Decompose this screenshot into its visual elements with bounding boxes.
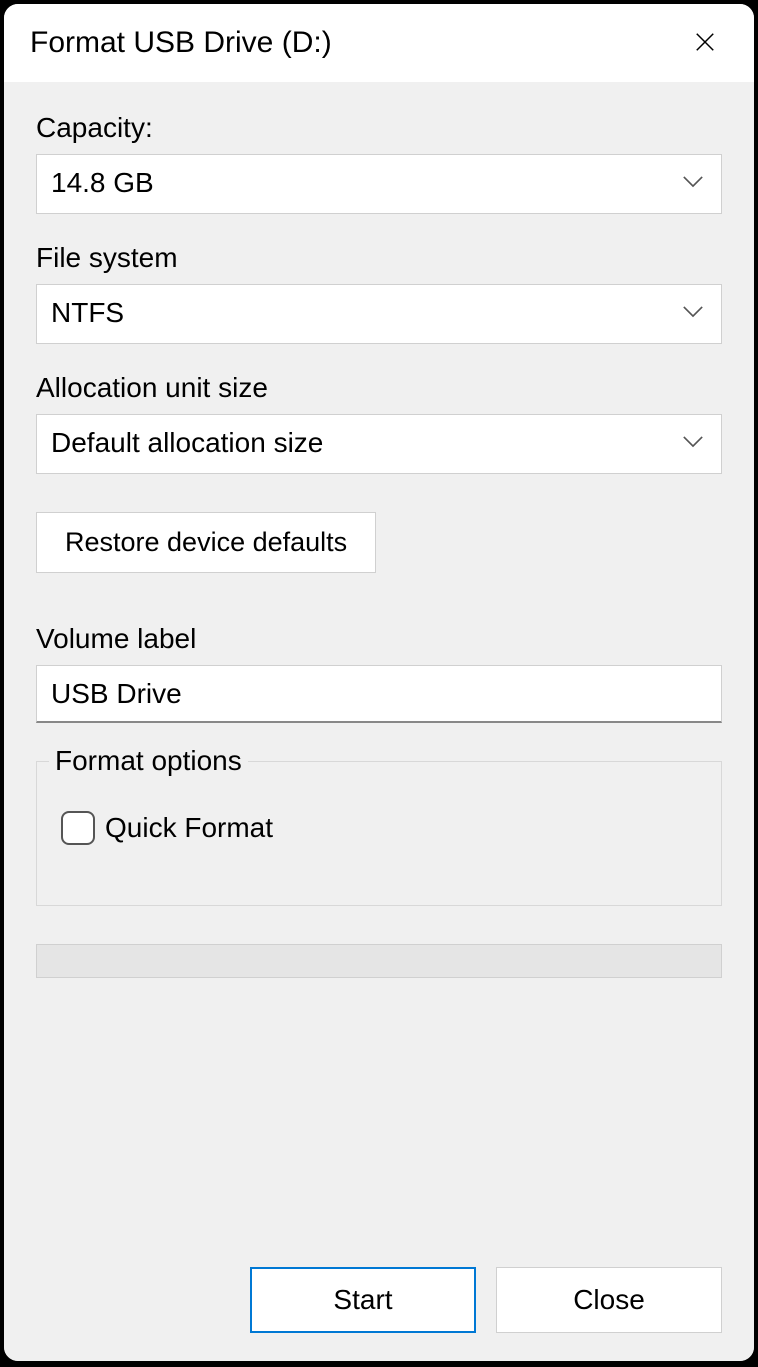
format-dialog: Format USB Drive (D:) Capacity: 14.8 GB	[2, 2, 756, 1363]
progress-bar	[36, 944, 722, 978]
capacity-select[interactable]: 14.8 GB	[36, 154, 722, 214]
capacity-label: Capacity:	[36, 112, 722, 144]
restore-defaults-button[interactable]: Restore device defaults	[36, 512, 376, 573]
allocation-unit-field: Allocation unit size Default allocation …	[36, 372, 722, 474]
dialog-title: Format USB Drive (D:)	[30, 26, 332, 60]
format-options-group: Format options Quick Format	[36, 745, 722, 906]
allocation-unit-label: Allocation unit size	[36, 372, 722, 404]
volume-label-input[interactable]	[36, 665, 722, 723]
quick-format-checkbox[interactable]	[61, 811, 95, 845]
volume-label-field: Volume label	[36, 623, 722, 723]
start-button[interactable]: Start	[250, 1267, 476, 1333]
dialog-content: Capacity: 14.8 GB File system NTFS	[4, 82, 754, 1361]
close-icon-button[interactable]	[682, 20, 728, 66]
quick-format-label: Quick Format	[105, 812, 273, 844]
file-system-label: File system	[36, 242, 722, 274]
close-button[interactable]: Close	[496, 1267, 722, 1333]
quick-format-row: Quick Format	[61, 811, 705, 845]
button-row: Start Close	[36, 1267, 722, 1333]
close-icon	[694, 31, 716, 56]
volume-label-label: Volume label	[36, 623, 722, 655]
capacity-field: Capacity: 14.8 GB	[36, 112, 722, 214]
file-system-field: File system NTFS	[36, 242, 722, 344]
file-system-select[interactable]: NTFS	[36, 284, 722, 344]
format-options-legend: Format options	[49, 745, 248, 777]
allocation-unit-select[interactable]: Default allocation size	[36, 414, 722, 474]
titlebar: Format USB Drive (D:)	[4, 4, 754, 82]
